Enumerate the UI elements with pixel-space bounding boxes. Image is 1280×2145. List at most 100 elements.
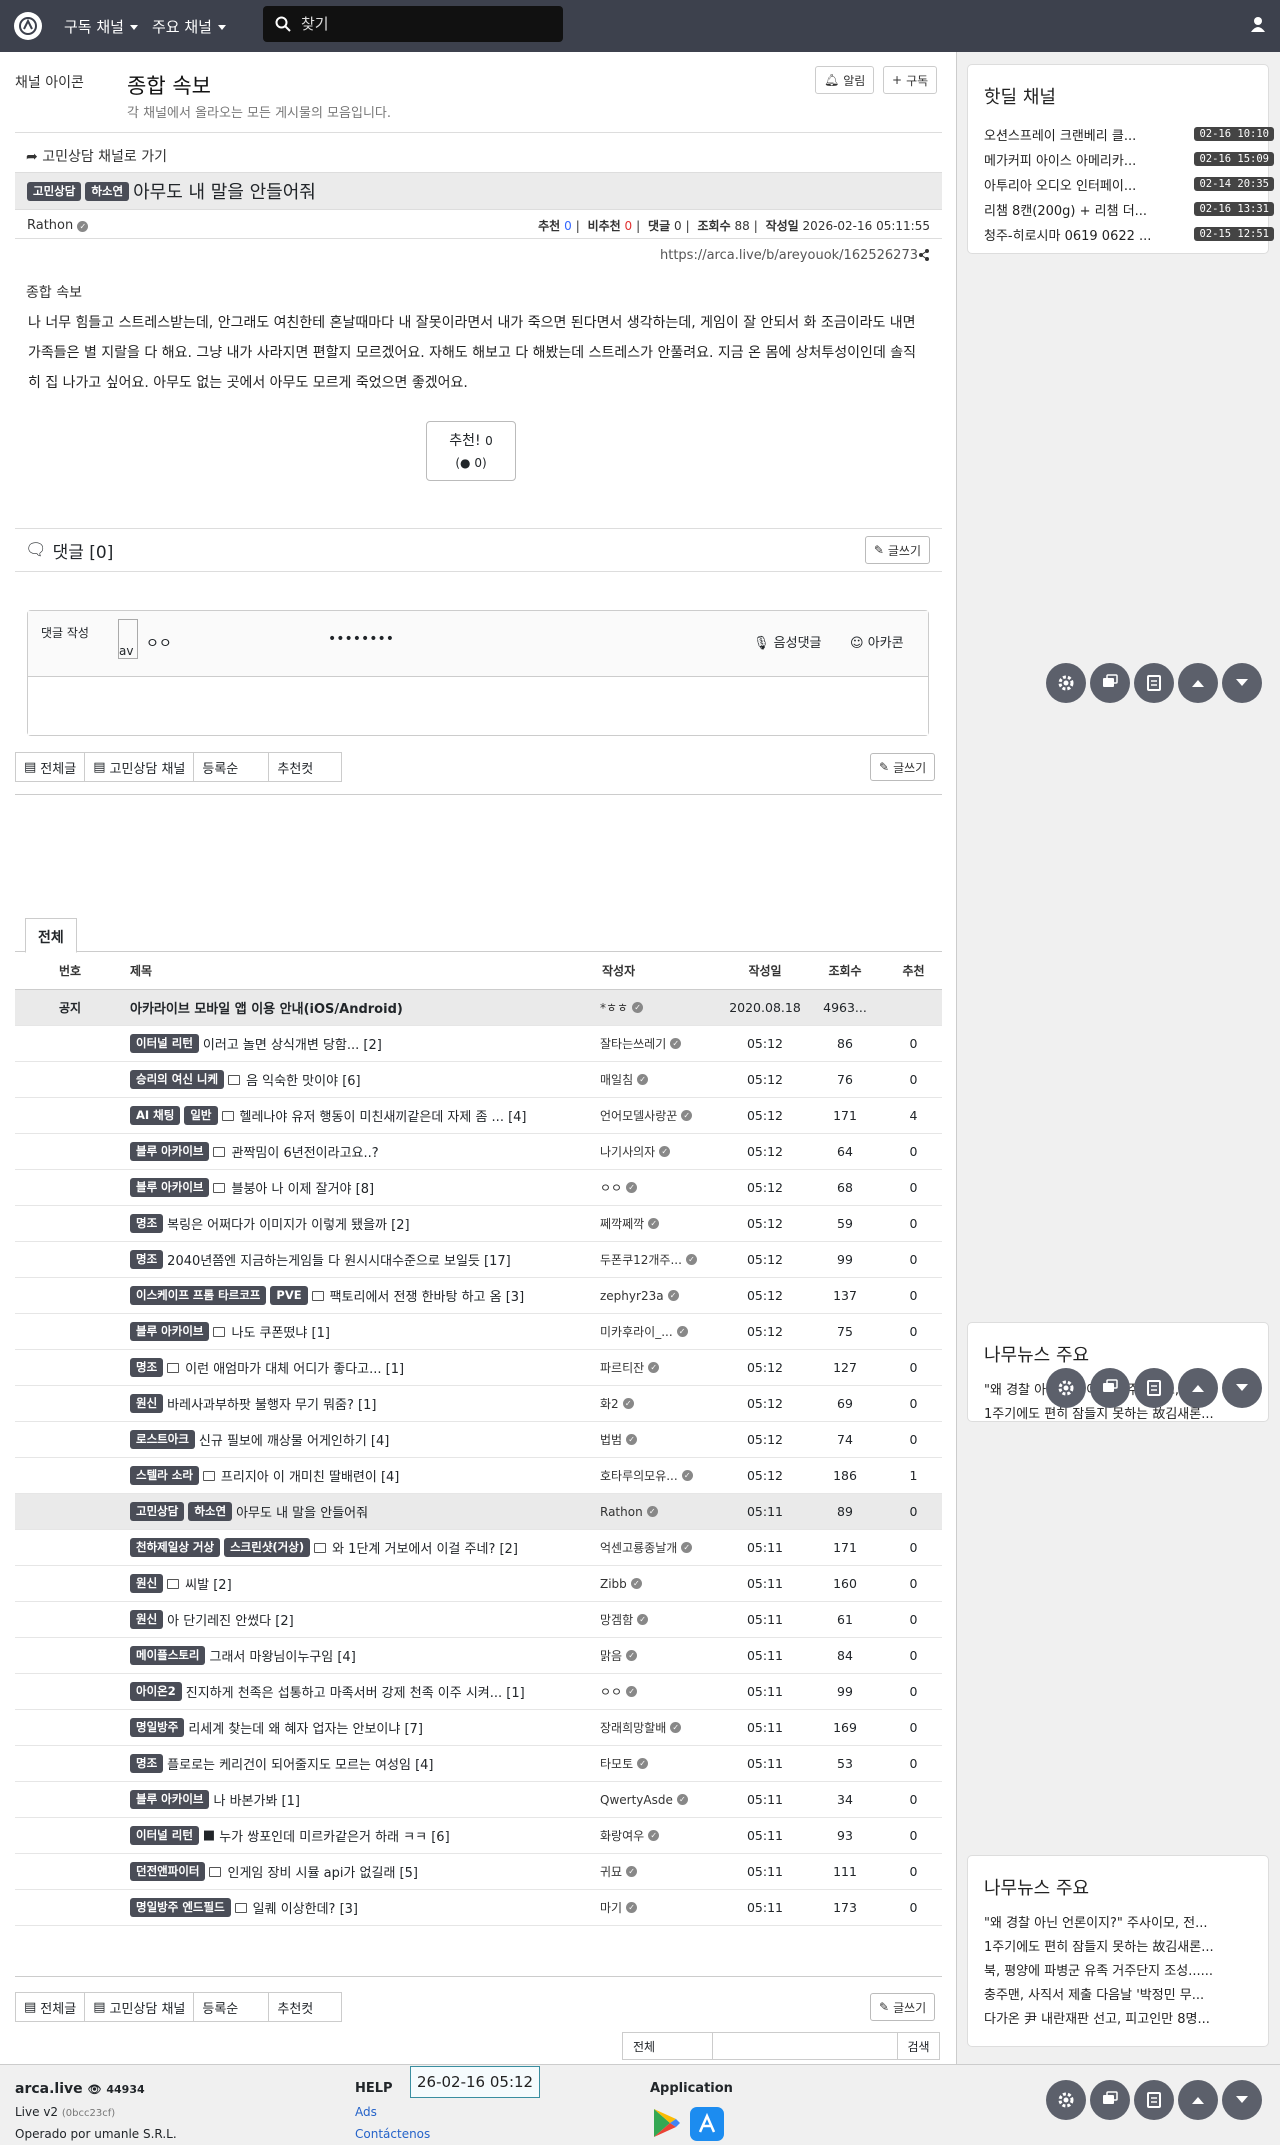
hotdeal-item[interactable]: 오션스프레이 크랜베리 클... 02-16 10:10 xyxy=(984,123,1274,145)
news-item[interactable]: 1주기에도 편히 잠들지 못하는 故김새론... xyxy=(984,1936,1259,1955)
alarm-button[interactable]: 🔔︎ 알림 xyxy=(815,66,875,94)
settings-gear-icon[interactable] xyxy=(1046,1368,1086,1408)
row-author[interactable]: 억센고룡종날개 ✓ xyxy=(600,1530,720,1565)
article-url[interactable]: https://arca.live/b/areyouok/162526273 xyxy=(660,248,918,263)
category-badge[interactable]: 천하제일상 거상 xyxy=(130,1538,221,1557)
site-logo-icon[interactable] xyxy=(14,12,42,40)
hotdeal-item[interactable]: 아투리아 오디오 인터페이... 02-14 20:35 xyxy=(984,173,1274,195)
user-icon[interactable] xyxy=(1250,16,1266,36)
category-badge[interactable]: 블루 아카이브 xyxy=(130,1790,210,1809)
news-item[interactable]: 충주맨, 사직서 제출 다음날 '박정민 무... xyxy=(984,1984,1259,2003)
category-badge[interactable]: 블루 아카이브 xyxy=(130,1322,210,1341)
board-title[interactable]: 종합 속보 xyxy=(127,70,211,100)
search-button[interactable]: 검색 xyxy=(897,2033,939,2059)
subscribed-channels-menu[interactable]: 구독 채널 xyxy=(64,16,138,37)
row-title[interactable]: 고민상담 하소연 아무도 내 말을 안들어줘 xyxy=(130,1494,600,1529)
list-icon[interactable] xyxy=(1134,1368,1174,1408)
row-title[interactable]: 아이온2 진지하게 천족은 섭통하고 마족서버 강제 천족 이주 시켜... [1… xyxy=(130,1674,600,1709)
row-author[interactable]: Zibb ✓ xyxy=(600,1566,720,1601)
search-input[interactable] xyxy=(301,15,541,33)
row-author[interactable]: 매일침 ✓ xyxy=(600,1062,720,1097)
row-author[interactable]: 호타루의모유... ✓ xyxy=(600,1458,720,1493)
comments-icon[interactable] xyxy=(1090,663,1130,703)
arcacon-button[interactable]: ☺ 아카콘 xyxy=(850,632,904,651)
scroll-up-icon[interactable] xyxy=(1178,663,1218,703)
table-row[interactable]: 이스케이프 프롬 타르코프 PVE 팩토리에서 전쟁 한바탕 하고 옴 [3] zep… xyxy=(15,1278,942,1314)
list-icon[interactable] xyxy=(1134,663,1174,703)
hotdeal-item[interactable]: 청주-히로시마 0619 0622 ... 02-15 12:51 xyxy=(984,223,1274,245)
search-type-select[interactable]: 전체 xyxy=(623,2033,713,2059)
category-badge[interactable]: 하소연 xyxy=(188,1502,233,1521)
category-badge[interactable]: 이터널 리턴 xyxy=(130,1034,199,1053)
table-row[interactable]: 아이온2 진지하게 천족은 섭통하고 마족서버 강제 천족 이주 시켜... [1… xyxy=(15,1674,942,1710)
row-author[interactable]: 두폰쿠12개주... ✓ xyxy=(600,1242,720,1277)
row-title[interactable]: 메이플스토리 그래서 마왕님이누구임 [4] xyxy=(130,1638,600,1673)
category-badge[interactable]: 하소연 xyxy=(85,181,130,201)
category-badge[interactable]: 일반 xyxy=(184,1106,218,1125)
row-author[interactable]: 화랑여우 ✓ xyxy=(600,1818,720,1853)
category-badge[interactable]: 던전앤파이터 xyxy=(130,1862,206,1881)
row-author[interactable]: 타모토 ✓ xyxy=(600,1746,720,1781)
table-row[interactable]: 메이플스토리 그래서 마왕님이누구임 [4] 맑음 ✓ 05:11 84 0 xyxy=(15,1638,942,1674)
password-field[interactable]: •••••••• xyxy=(328,631,394,647)
category-badge[interactable]: 명조 xyxy=(130,1214,164,1233)
row-author[interactable]: 잘타는쓰레기 ✓ xyxy=(600,1026,720,1061)
table-row[interactable]: 명조 2040년쯤엔 지금하는게임들 다 원시시대수준으로 보일듯 [17] 두폰쿠… xyxy=(15,1242,942,1278)
list-icon[interactable] xyxy=(1134,2080,1174,2120)
row-title[interactable]: AI 채팅 일반 헬레나야 유저 행동이 미친새끼같은데 자제 좀 ... [4] xyxy=(130,1098,600,1133)
row-title[interactable]: 아카라이브 모바일 앱 이용 안내(iOS/Android) xyxy=(130,990,600,1025)
settings-gear-icon[interactable] xyxy=(1046,663,1086,703)
upvote-button[interactable]: 추천! 0 (● 0) xyxy=(426,421,516,481)
news-title[interactable]: 나무뉴스 주요 xyxy=(984,1341,1089,1367)
row-title[interactable]: 원신 바레사과부하팟 불행자 무기 뭐줌? [1] xyxy=(130,1386,600,1421)
write-post-button[interactable]: ✎ 글쓰기 xyxy=(870,753,936,781)
category-badge[interactable]: 원신 xyxy=(130,1610,164,1629)
category-badge[interactable]: 이스케이프 프롬 타르코프 xyxy=(130,1286,267,1305)
hotdeal-item[interactable]: 리챔 8캔(200g) + 리챔 더... 02-16 13:31 xyxy=(984,198,1274,220)
category-badge[interactable]: 명조 xyxy=(130,1754,164,1773)
row-title[interactable]: 스텔라 소라 프리지아 이 개미친 딸배련이 [4] xyxy=(130,1458,600,1493)
row-author[interactable]: ㅇㅇ ✓ xyxy=(600,1170,720,1205)
table-row[interactable]: 이터널 리턴 ■ 누가 쌍포인데 미르카같은거 하래 ㅋㅋ [6] 화랑여우 ✓ 05:1… xyxy=(15,1818,942,1854)
channel-tab[interactable]: ▤ 고민상담 채널 xyxy=(84,752,195,782)
row-author[interactable]: 법범 ✓ xyxy=(600,1422,720,1457)
row-title[interactable]: 블루 아카이브 관짝밈이 6년전이라고요..? xyxy=(130,1134,600,1169)
table-row[interactable]: 원신 씨발 [2] Zibb ✓ 05:11 160 0 xyxy=(15,1566,942,1602)
nickname-field[interactable]: ㅇㅇ xyxy=(146,633,172,653)
app-store-icon[interactable] xyxy=(690,2107,724,2145)
category-badge[interactable]: 블루 아카이브 xyxy=(130,1178,210,1197)
row-author[interactable]: 화2 ✓ xyxy=(600,1386,720,1421)
news-item[interactable]: "왜 경찰 아닌 언론이지?" 주사이모, 전... xyxy=(984,1912,1259,1931)
category-badge[interactable]: 아이온2 xyxy=(130,1682,182,1701)
article-author[interactable]: Rathon ✓ xyxy=(27,218,89,233)
footer-brand[interactable]: arca.live 👁︎ 44934 xyxy=(15,2081,145,2097)
row-author[interactable]: 맑음 ✓ xyxy=(600,1638,720,1673)
current-page[interactable]: 26-02-16 05:12 xyxy=(410,2066,541,2098)
comments-icon[interactable] xyxy=(1090,2080,1130,2120)
category-badge[interactable]: 명조 xyxy=(130,1250,164,1269)
write-post-button[interactable]: ✎ 글쓰기 xyxy=(870,1993,936,2021)
row-author[interactable]: 장래희망할배 ✓ xyxy=(600,1710,720,1745)
bottom-search-input[interactable] xyxy=(713,2033,897,2059)
row-title[interactable]: 명일방주 엔드필드 일퀘 이상한데? [3] xyxy=(130,1890,600,1925)
table-row[interactable]: 승리의 여신 니케 음 익숙한 맛이야 [6] 매일침 ✓ 05:12 76 0 xyxy=(15,1062,942,1098)
row-title[interactable]: 던전앤파이터 인게임 장비 시뮬 api가 없길래 [5] xyxy=(130,1854,600,1889)
category-badge[interactable]: 명일방주 엔드필드 xyxy=(130,1898,231,1917)
scroll-up-icon[interactable] xyxy=(1178,1368,1218,1408)
comment-textarea[interactable] xyxy=(28,677,928,735)
row-title[interactable]: 명일방주 리세계 찾는데 왜 혜자 업자는 안보이냐 [7] xyxy=(130,1710,600,1745)
goto-channel-link[interactable]: ➦ 고민상담 채널로 가기 xyxy=(26,146,167,166)
category-badge[interactable]: 스크린샷(거상) xyxy=(224,1538,311,1557)
category-badge[interactable]: 고민상담 xyxy=(27,181,82,201)
best-tab[interactable]: 추천컷 xyxy=(268,752,343,782)
table-row[interactable]: 던전앤파이터 인게임 장비 시뮬 api가 없길래 [5] 귀묘 ✓ 05:11 111 0 xyxy=(15,1854,942,1890)
best-tab[interactable]: 추천컷 xyxy=(268,1992,343,2022)
table-row[interactable]: 이터널 리턴 이러고 놀면 상식개변 당함... [2] 잘타는쓰레기 ✓ 05:12 8… xyxy=(15,1026,942,1062)
table-row[interactable]: 명조 복링은 어쩌다가 이미지가 이렇게 됐을까 [2] 쩨깍쩨깍 ✓ 05:12 59 0 xyxy=(15,1206,942,1242)
hotdeal-title[interactable]: 핫딜 채널 xyxy=(984,83,1056,109)
category-badge[interactable]: 승리의 여신 니케 xyxy=(130,1070,225,1089)
news-item[interactable]: 북, 평양에 파병군 유족 거주단지 조성...... xyxy=(984,1960,1259,1979)
row-title[interactable]: 이스케이프 프롬 타르코프 PVE 팩토리에서 전쟁 한바탕 하고 옴 [3] xyxy=(130,1278,600,1313)
row-title[interactable]: 명조 이런 애엄마가 대체 어디가 좋다고... [1] xyxy=(130,1350,600,1385)
table-row[interactable]: 천하제일상 거상 스크린샷(거상) 와 1단계 거보에서 이걸 주네? [2] 억센고… xyxy=(15,1530,942,1566)
